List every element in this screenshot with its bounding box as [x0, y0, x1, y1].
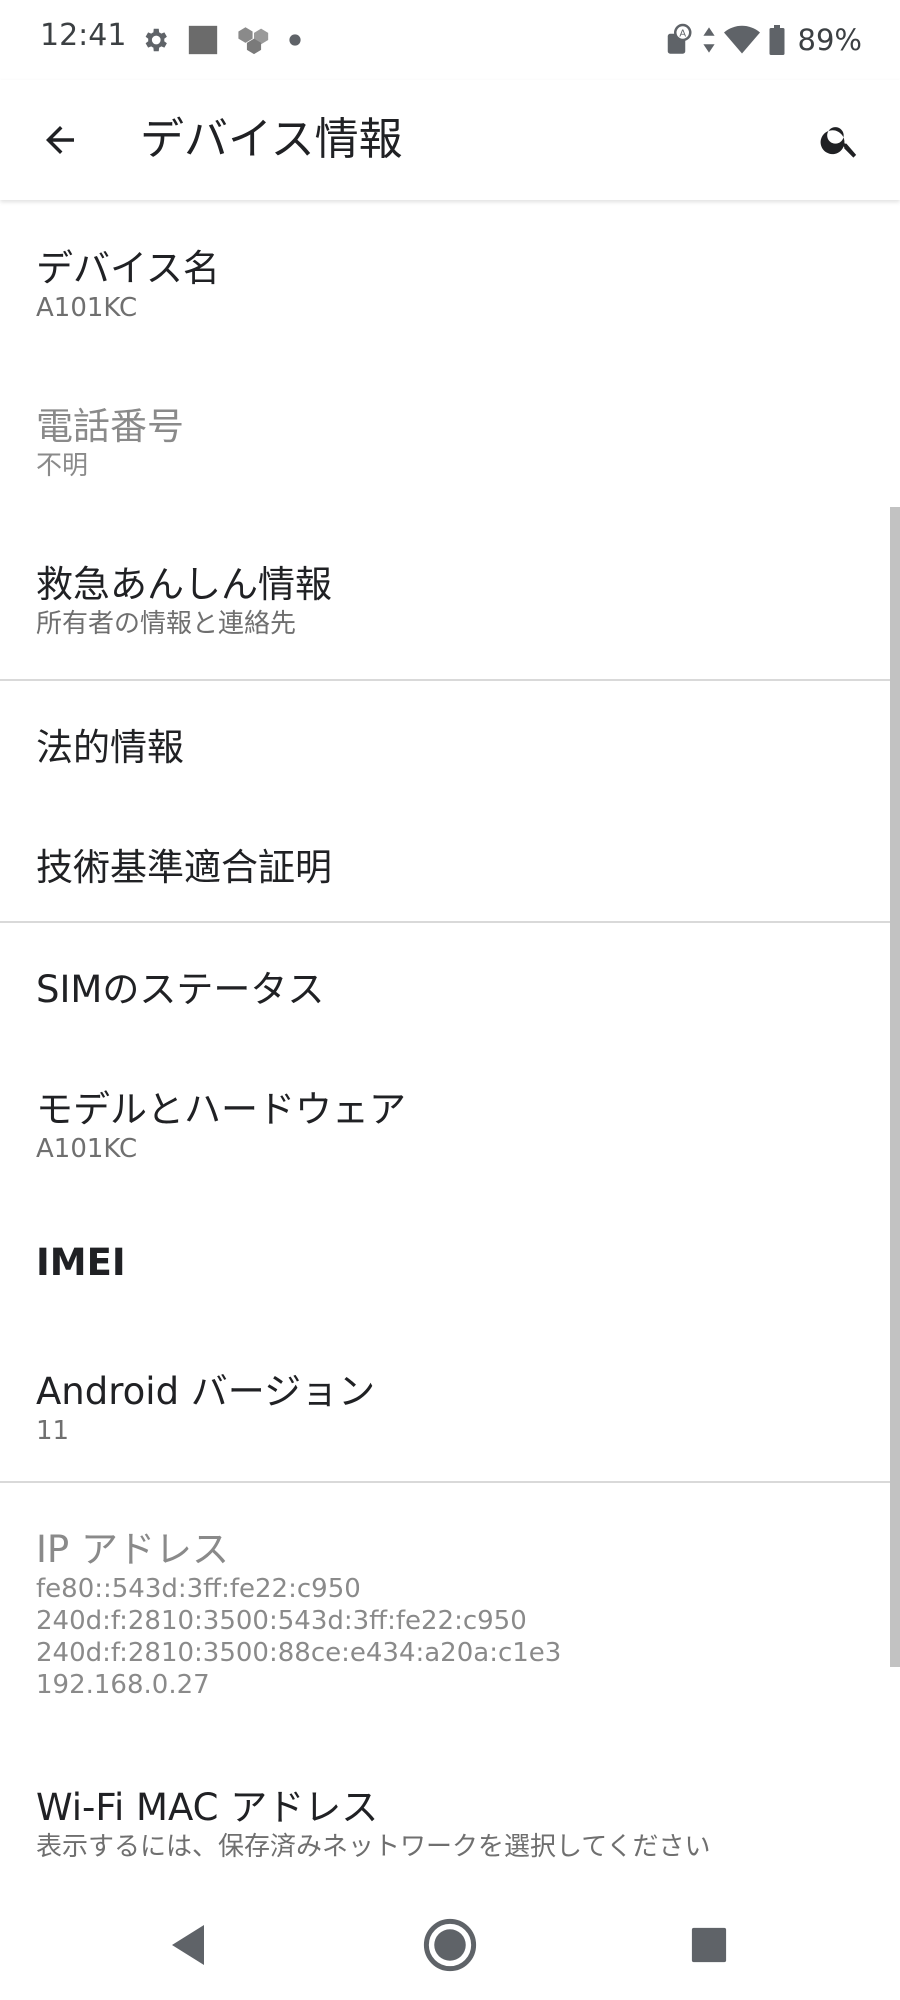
navigation-bar	[0, 1890, 900, 2000]
model-hardware-summary: A101KC	[36, 1134, 138, 1164]
gear-icon	[145, 28, 167, 52]
list-item-wifi-mac[interactable]: Wi-Fi MAC アドレス 表示するには、保存済みネットワークを選択してくださ…	[0, 1753, 890, 1890]
status-right-icons: A 89%	[664, 20, 862, 60]
list-item-imei[interactable]: IMEI	[0, 1203, 890, 1323]
ip-address-line: 240d:f:2810:3500:88ce:e434:a20a:c1e3	[36, 1638, 562, 1668]
item-title: 電話番号	[36, 405, 184, 448]
nav-back-icon	[172, 1925, 204, 1965]
list-item-sim-status[interactable]: SIMのステータス	[0, 923, 890, 1043]
item-title: Android バージョン	[36, 1370, 376, 1413]
list-item-certification[interactable]: 技術基準適合証明	[0, 801, 890, 921]
dot-icon	[289, 34, 301, 46]
item-title: 救急あんしん情報	[36, 563, 332, 606]
status-bar: 12:41 A 89%	[0, 0, 900, 80]
item-title: Wi-Fi MAC アドレス	[36, 1786, 379, 1829]
nav-recents-icon	[691, 1927, 727, 1963]
nav-recents-button[interactable]	[674, 1910, 744, 1980]
wifi-icon	[723, 25, 760, 54]
nav-home-icon	[423, 1918, 477, 1972]
back-button[interactable]	[28, 108, 92, 172]
search-button[interactable]	[808, 108, 872, 172]
item-title: 技術基準適合証明	[36, 846, 332, 889]
device-info-screen: 12:41 A 89% デバイス情報 デバイス名 A101KC 電話番号 不明 …	[0, 0, 900, 2000]
ip-address-line: 192.168.0.27	[36, 1670, 210, 1700]
item-summary: 表示するには、保存済みネットワークを選択してください	[36, 1832, 711, 1862]
search-icon	[820, 127, 857, 158]
item-summary: 所有者の情報と連絡先	[36, 609, 297, 639]
nav-home-button[interactable]	[415, 1910, 485, 1980]
list-item-legal-info[interactable]: 法的情報	[0, 681, 890, 801]
data-arrows-icon	[702, 27, 715, 53]
data-saver-icon: A	[667, 23, 692, 54]
item-title: IP アドレス	[36, 1528, 229, 1571]
item-title: デバイス名	[36, 247, 220, 290]
status-left-icons	[140, 20, 302, 60]
item-title: SIMのステータス	[36, 968, 325, 1011]
item-summary: A101KC	[36, 293, 138, 323]
scrollbar[interactable]	[890, 507, 900, 1667]
app-bar: デバイス情報	[0, 80, 900, 200]
list-item-model-hardware[interactable]: モデルとハードウェア	[0, 1043, 890, 1203]
ip-address-line: fe80::543d:3ff:fe22:c950	[36, 1574, 361, 1604]
page-title: デバイス情報	[140, 114, 403, 165]
list-item-ip-address: IP アドレス fe80::543d:3ff:fe22:c950 240d:f:…	[0, 1483, 890, 1753]
item-summary: 不明	[36, 451, 89, 481]
square-notification-icon	[188, 25, 218, 55]
ip-address-line: 240d:f:2810:3500:543d:3ff:fe22:c950	[36, 1606, 527, 1636]
network-icon	[238, 27, 269, 55]
nav-back-button[interactable]	[153, 1910, 223, 1980]
status-time: 12:41	[40, 18, 127, 53]
list-item-device-name[interactable]: デバイス名 A101KC	[0, 200, 890, 358]
list-item-emergency-info[interactable]: 救急あんしん情報 所有者の情報と連絡先	[0, 516, 890, 678]
item-summary: 11	[36, 1416, 70, 1446]
item-title: モデルとハードウェア	[36, 1088, 406, 1131]
list-item-phone-number: 電話番号 不明	[0, 358, 890, 516]
battery-percent: 89%	[797, 23, 862, 57]
settings-list: デバイス名 A101KC 電話番号 不明 救急あんしん情報 所有者の情報と連絡先…	[0, 200, 900, 1890]
svg-text:A: A	[679, 28, 686, 39]
item-title: 法的情報	[36, 726, 184, 769]
arrow-back-icon	[46, 126, 74, 154]
list-item-android-version[interactable]: Android バージョン 11	[0, 1323, 890, 1483]
battery-icon	[769, 25, 785, 55]
item-title: IMEI	[36, 1241, 126, 1284]
